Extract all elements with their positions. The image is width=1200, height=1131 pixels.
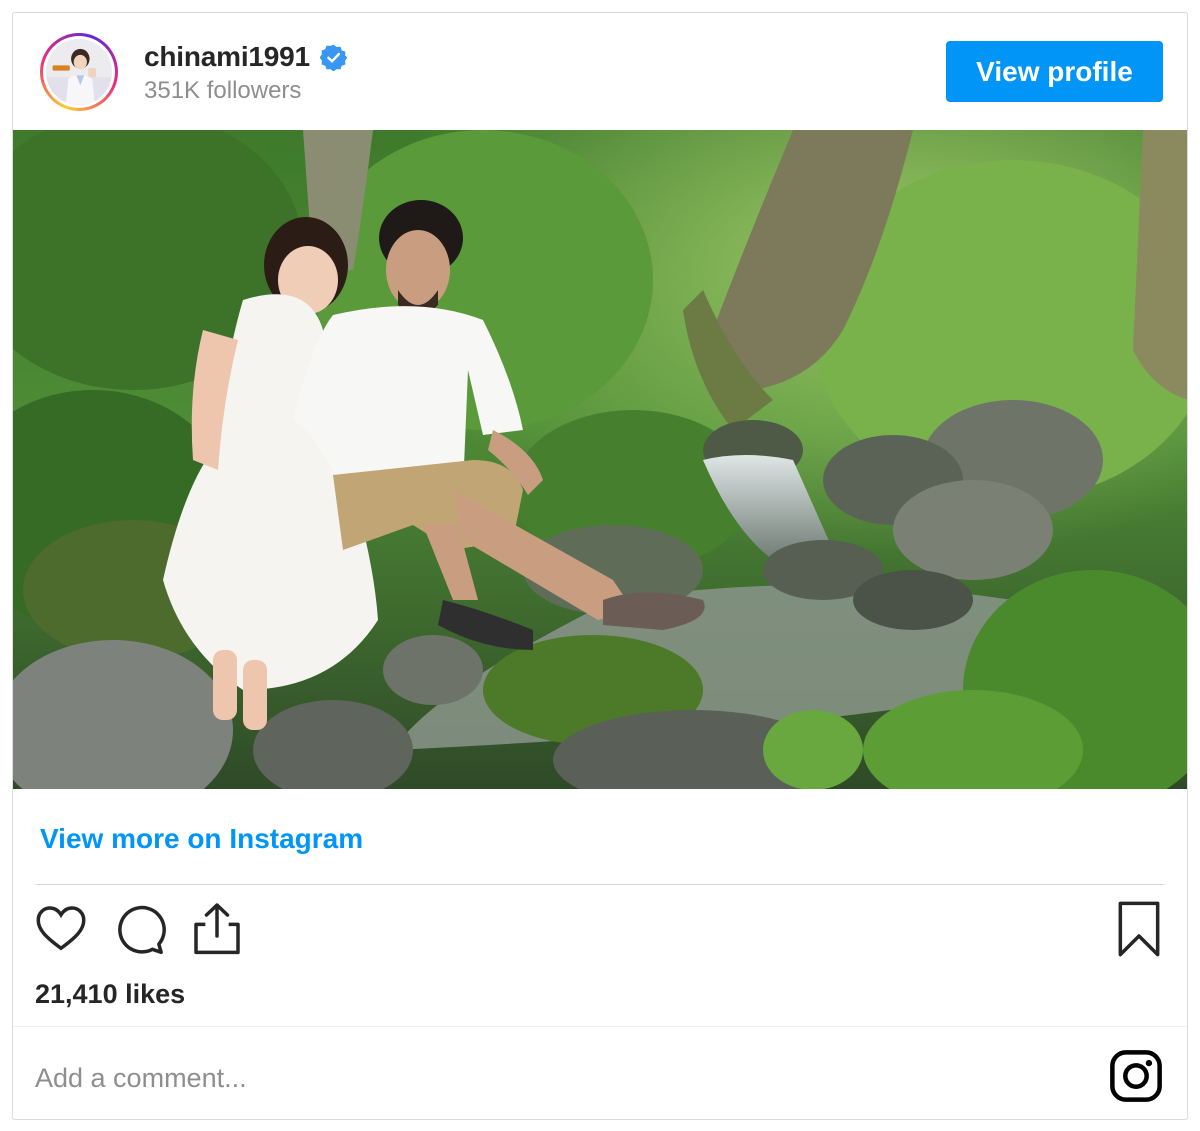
avatar [46, 39, 112, 105]
avatar-story-ring[interactable] [40, 33, 118, 111]
post-header: chinami1991 351K followers View profile [13, 13, 1187, 130]
action-bar [33, 901, 1169, 961]
view-profile-button[interactable]: View profile [946, 41, 1163, 102]
post-photo[interactable] [13, 130, 1187, 789]
verified-badge-icon [319, 44, 348, 71]
username[interactable]: chinami1991 [144, 41, 310, 73]
add-comment-input[interactable] [35, 1053, 1035, 1103]
view-more-on-instagram-link[interactable]: View more on Instagram [40, 823, 363, 855]
divider [13, 1026, 1187, 1027]
instagram-embed-card: chinami1991 351K followers View profile [12, 12, 1188, 1120]
heart-icon[interactable] [33, 901, 89, 957]
divider [35, 884, 1165, 885]
bookmark-icon[interactable] [1111, 901, 1167, 957]
share-icon[interactable] [189, 901, 245, 957]
instagram-logo-icon[interactable] [1109, 1049, 1163, 1103]
like-count[interactable]: 21,410 likes [35, 979, 185, 1010]
follower-count: 351K followers [144, 77, 302, 104]
comment-bubble-icon[interactable] [111, 901, 167, 957]
